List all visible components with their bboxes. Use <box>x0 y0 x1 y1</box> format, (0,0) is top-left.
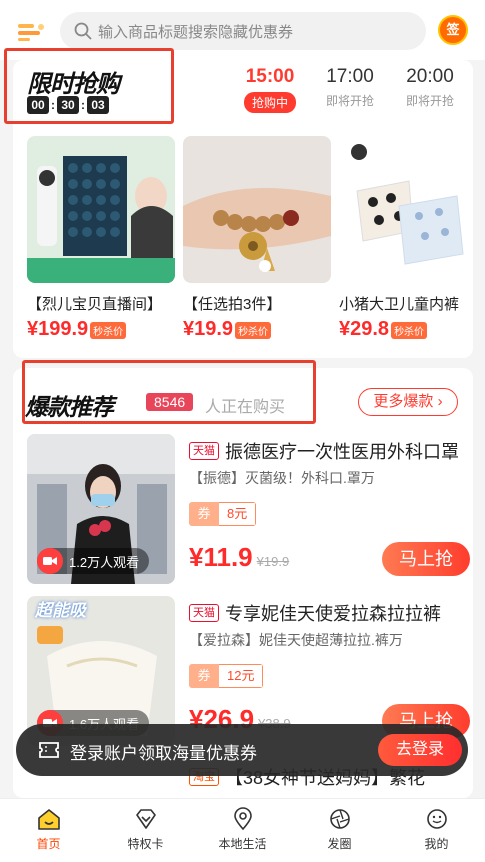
highlight-box <box>22 360 316 424</box>
smiley-user-icon <box>388 807 485 831</box>
more-hot-button[interactable]: 更多爆款 › <box>358 388 458 416</box>
product-name: 【任选拍3件】 <box>183 296 282 313</box>
search-icon <box>74 22 92 40</box>
product-price: ¥19.9 <box>183 318 234 340</box>
flash-item[interactable]: 小猪大卫儿童内裤 ¥29.8 秒杀价 <box>339 136 469 341</box>
tab-mine[interactable]: 我的 <box>388 799 485 862</box>
product-name: 小猪大卫儿童内裤 <box>339 296 460 313</box>
tab-local-life[interactable]: 本地生活 <box>194 799 291 862</box>
highlight-box <box>4 48 174 124</box>
product-price: ¥29.8 <box>339 318 390 340</box>
product-name: 【烈儿宝贝直播间】 <box>27 296 163 313</box>
category-menu-icon[interactable] <box>18 22 46 42</box>
product-subtitle: 【爱拉森】妮佳天使超薄拉拉.裤万 <box>189 632 403 648</box>
product-image <box>27 136 175 283</box>
tmall-tag: 天猫 <box>189 604 219 622</box>
time-slot-2000[interactable]: 20:00 即将开抢 <box>390 64 470 109</box>
tab-home[interactable]: 首页 <box>0 799 97 862</box>
search-input[interactable]: 输入商品标题搜索隐藏优惠券 <box>60 12 426 50</box>
sign-in-button[interactable]: 签 <box>438 15 468 45</box>
time-slot-1500[interactable]: 15:00 抢购中 <box>230 64 310 113</box>
tab-moments[interactable]: 发圈 <box>291 799 388 862</box>
original-price: ¥19.9 <box>256 554 290 569</box>
tmall-tag: 天猫 <box>189 442 219 460</box>
product-price: ¥199.9 <box>27 318 89 340</box>
product-subtitle: 【振德】灭菌级！外科口.罩万 <box>189 470 375 486</box>
product-title: 专享妮佳天使爱拉森拉拉裤 <box>225 604 441 624</box>
product-image <box>339 136 469 283</box>
product-price: ¥11.9 <box>189 542 253 572</box>
coupon-badge: 券 8元 <box>189 502 257 526</box>
aperture-icon <box>291 807 388 831</box>
product-image: 1.2万人观看 <box>27 434 175 584</box>
seckill-tag: 秒杀价 <box>391 322 428 339</box>
seckill-tag: 秒杀价 <box>235 322 272 339</box>
viewer-count: 1.2万人观看 <box>69 554 140 570</box>
grab-button[interactable]: 马上抢 <box>382 542 470 576</box>
bottom-tab-bar: 首页 特权卡 本地生活 发圈 我的 <box>0 798 485 862</box>
live-video-icon <box>37 548 63 574</box>
tab-privilege-card[interactable]: 特权卡 <box>97 799 194 862</box>
coupon-badge: 券 12元 <box>189 664 264 688</box>
flash-item[interactable]: 【烈儿宝贝直播间】 ¥199.9 秒杀价 <box>27 136 175 341</box>
seckill-tag: 秒杀价 <box>90 322 127 339</box>
search-placeholder: 输入商品标题搜索隐藏优惠券 <box>98 24 294 41</box>
product-image <box>183 136 331 283</box>
product-card[interactable]: 1.2万人观看 天猫 振德医疗一次性医用外科口罩 【振德】灭菌级！外科口.罩万 … <box>27 434 470 584</box>
image-overlay-text: 超能吸 <box>35 601 86 620</box>
coupon-ticket-icon <box>38 740 60 760</box>
time-slot-1700[interactable]: 17:00 即将开抢 <box>310 64 390 109</box>
live-viewers-pill: 1.2万人观看 <box>37 548 150 574</box>
flash-item[interactable]: 【任选拍3件】 ¥19.9 秒杀价 <box>183 136 331 341</box>
login-prompt-text: 登录账户领取海量优惠券 <box>70 744 257 763</box>
diamond-icon <box>97 807 194 831</box>
login-prompt-bar: 登录账户领取海量优惠券 去登录 <box>16 724 468 776</box>
product-title: 振德医疗一次性医用外科口罩 <box>225 442 459 462</box>
location-pin-icon <box>194 807 291 831</box>
login-button[interactable]: 去登录 <box>378 734 462 766</box>
home-icon <box>0 807 97 831</box>
